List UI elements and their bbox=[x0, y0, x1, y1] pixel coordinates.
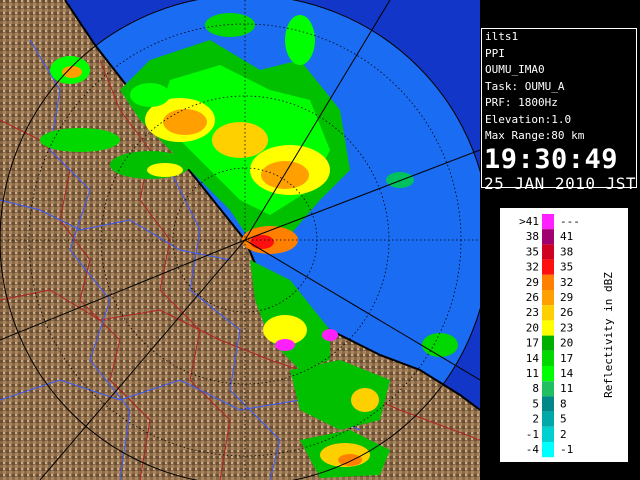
legend-high-value: 14 bbox=[560, 367, 574, 380]
legend-high-value: 2 bbox=[560, 428, 567, 441]
scan-time: 19:30:49 bbox=[484, 143, 619, 175]
legend-low-value: 29 bbox=[526, 276, 539, 289]
legend-swatch bbox=[542, 320, 554, 336]
reflectivity-legend: >41 --- 38 41 35 38 32 35 29 32 26 29 23 26 20 23 17 20 14… bbox=[500, 208, 628, 462]
legend-row: -1 2 bbox=[526, 426, 567, 442]
legend-swatch bbox=[542, 350, 554, 366]
legend-high-value: 20 bbox=[560, 337, 573, 350]
legend-row: 25 bbox=[532, 411, 567, 427]
legend-row: 32 35 bbox=[526, 259, 573, 275]
legend-row: 23 26 bbox=[526, 305, 573, 321]
radar-map bbox=[0, 0, 480, 480]
legend-swatch bbox=[542, 274, 554, 290]
legend-swatch bbox=[542, 244, 554, 260]
legend-swatch bbox=[542, 396, 554, 412]
legend-row: 58 bbox=[532, 396, 567, 412]
legend-low-value: 26 bbox=[526, 291, 539, 304]
legend-high-value: 38 bbox=[560, 245, 573, 258]
legend-low-value: 35 bbox=[526, 245, 539, 258]
legend-low-value: 8 bbox=[532, 382, 539, 395]
legend-high-value: 26 bbox=[560, 306, 573, 319]
product-type: PPI bbox=[485, 46, 505, 60]
max-range-value: Max Range:80 km bbox=[485, 129, 585, 142]
legend-row: 26 29 bbox=[526, 290, 573, 306]
legend-high-value: 35 bbox=[560, 261, 573, 274]
legend-high-value: 5 bbox=[560, 413, 567, 426]
legend-swatch bbox=[542, 442, 554, 458]
legend-high-value: 23 bbox=[560, 321, 573, 334]
elevation-value: Elevation:1.0 bbox=[485, 112, 572, 126]
legend-low-value: 38 bbox=[526, 230, 539, 243]
legend-high-value: 17 bbox=[560, 352, 573, 365]
legend-swatch bbox=[542, 335, 554, 351]
legend-swatch bbox=[542, 259, 554, 275]
legend-swatch bbox=[542, 381, 554, 397]
legend-row: 11 14 bbox=[526, 366, 574, 382]
legend-swatch bbox=[542, 214, 554, 230]
legend-low-value: 17 bbox=[526, 337, 539, 350]
legend-row: 17 20 bbox=[526, 335, 573, 351]
prf-value: PRF: 1800Hz bbox=[485, 96, 558, 109]
legend-high-value: -1 bbox=[560, 443, 573, 456]
legend-swatch bbox=[542, 290, 554, 306]
legend-low-value: 14 bbox=[526, 352, 540, 365]
legend-row: -4 -1 bbox=[526, 442, 573, 458]
task-name: Task: OUMU_A bbox=[485, 79, 565, 93]
legend-low-value: 20 bbox=[526, 321, 539, 334]
legend-swatch bbox=[542, 366, 554, 382]
scan-date: 25 JAN 2010 JST bbox=[484, 173, 636, 193]
legend-row: 29 32 bbox=[526, 274, 573, 290]
legend-low-value: 11 bbox=[526, 367, 539, 380]
legend-low-value: 2 bbox=[532, 413, 539, 426]
legend-row: 38 41 bbox=[526, 229, 573, 245]
station-info-panel: ilts1 PPI OUMU_IMA0 Task: OUMU_A PRF: 18… bbox=[481, 28, 637, 192]
legend-row: 35 38 bbox=[526, 244, 573, 260]
station-name: ilts1 bbox=[485, 30, 519, 43]
legend-low-value: >41 bbox=[519, 215, 539, 228]
site-name: OUMU_IMA0 bbox=[485, 63, 545, 76]
legend-title: Reflectivity in dBZ bbox=[602, 272, 615, 398]
legend-low-value: -4 bbox=[526, 443, 540, 456]
legend-low-value: 32 bbox=[526, 261, 539, 274]
legend-swatch bbox=[542, 411, 554, 427]
legend-swatch bbox=[542, 229, 554, 245]
legend-row: 20 23 bbox=[526, 320, 573, 336]
legend-low-value: 23 bbox=[526, 306, 539, 319]
legend-high-value: 29 bbox=[560, 291, 573, 304]
legend-high-value: 11 bbox=[560, 382, 573, 395]
legend-row: 8 11 bbox=[532, 381, 573, 397]
legend-swatch bbox=[542, 426, 554, 442]
legend-low-value: -1 bbox=[526, 428, 539, 441]
legend-high-value: 32 bbox=[560, 276, 573, 289]
legend-high-value: 8 bbox=[560, 397, 567, 410]
legend-high-value: --- bbox=[560, 215, 580, 228]
legend-low-value: 5 bbox=[532, 397, 539, 410]
legend-swatch bbox=[542, 305, 554, 321]
legend-row: >41 --- bbox=[519, 214, 580, 230]
legend-high-value: 41 bbox=[560, 230, 573, 243]
legend-row: 14 17 bbox=[526, 350, 573, 366]
